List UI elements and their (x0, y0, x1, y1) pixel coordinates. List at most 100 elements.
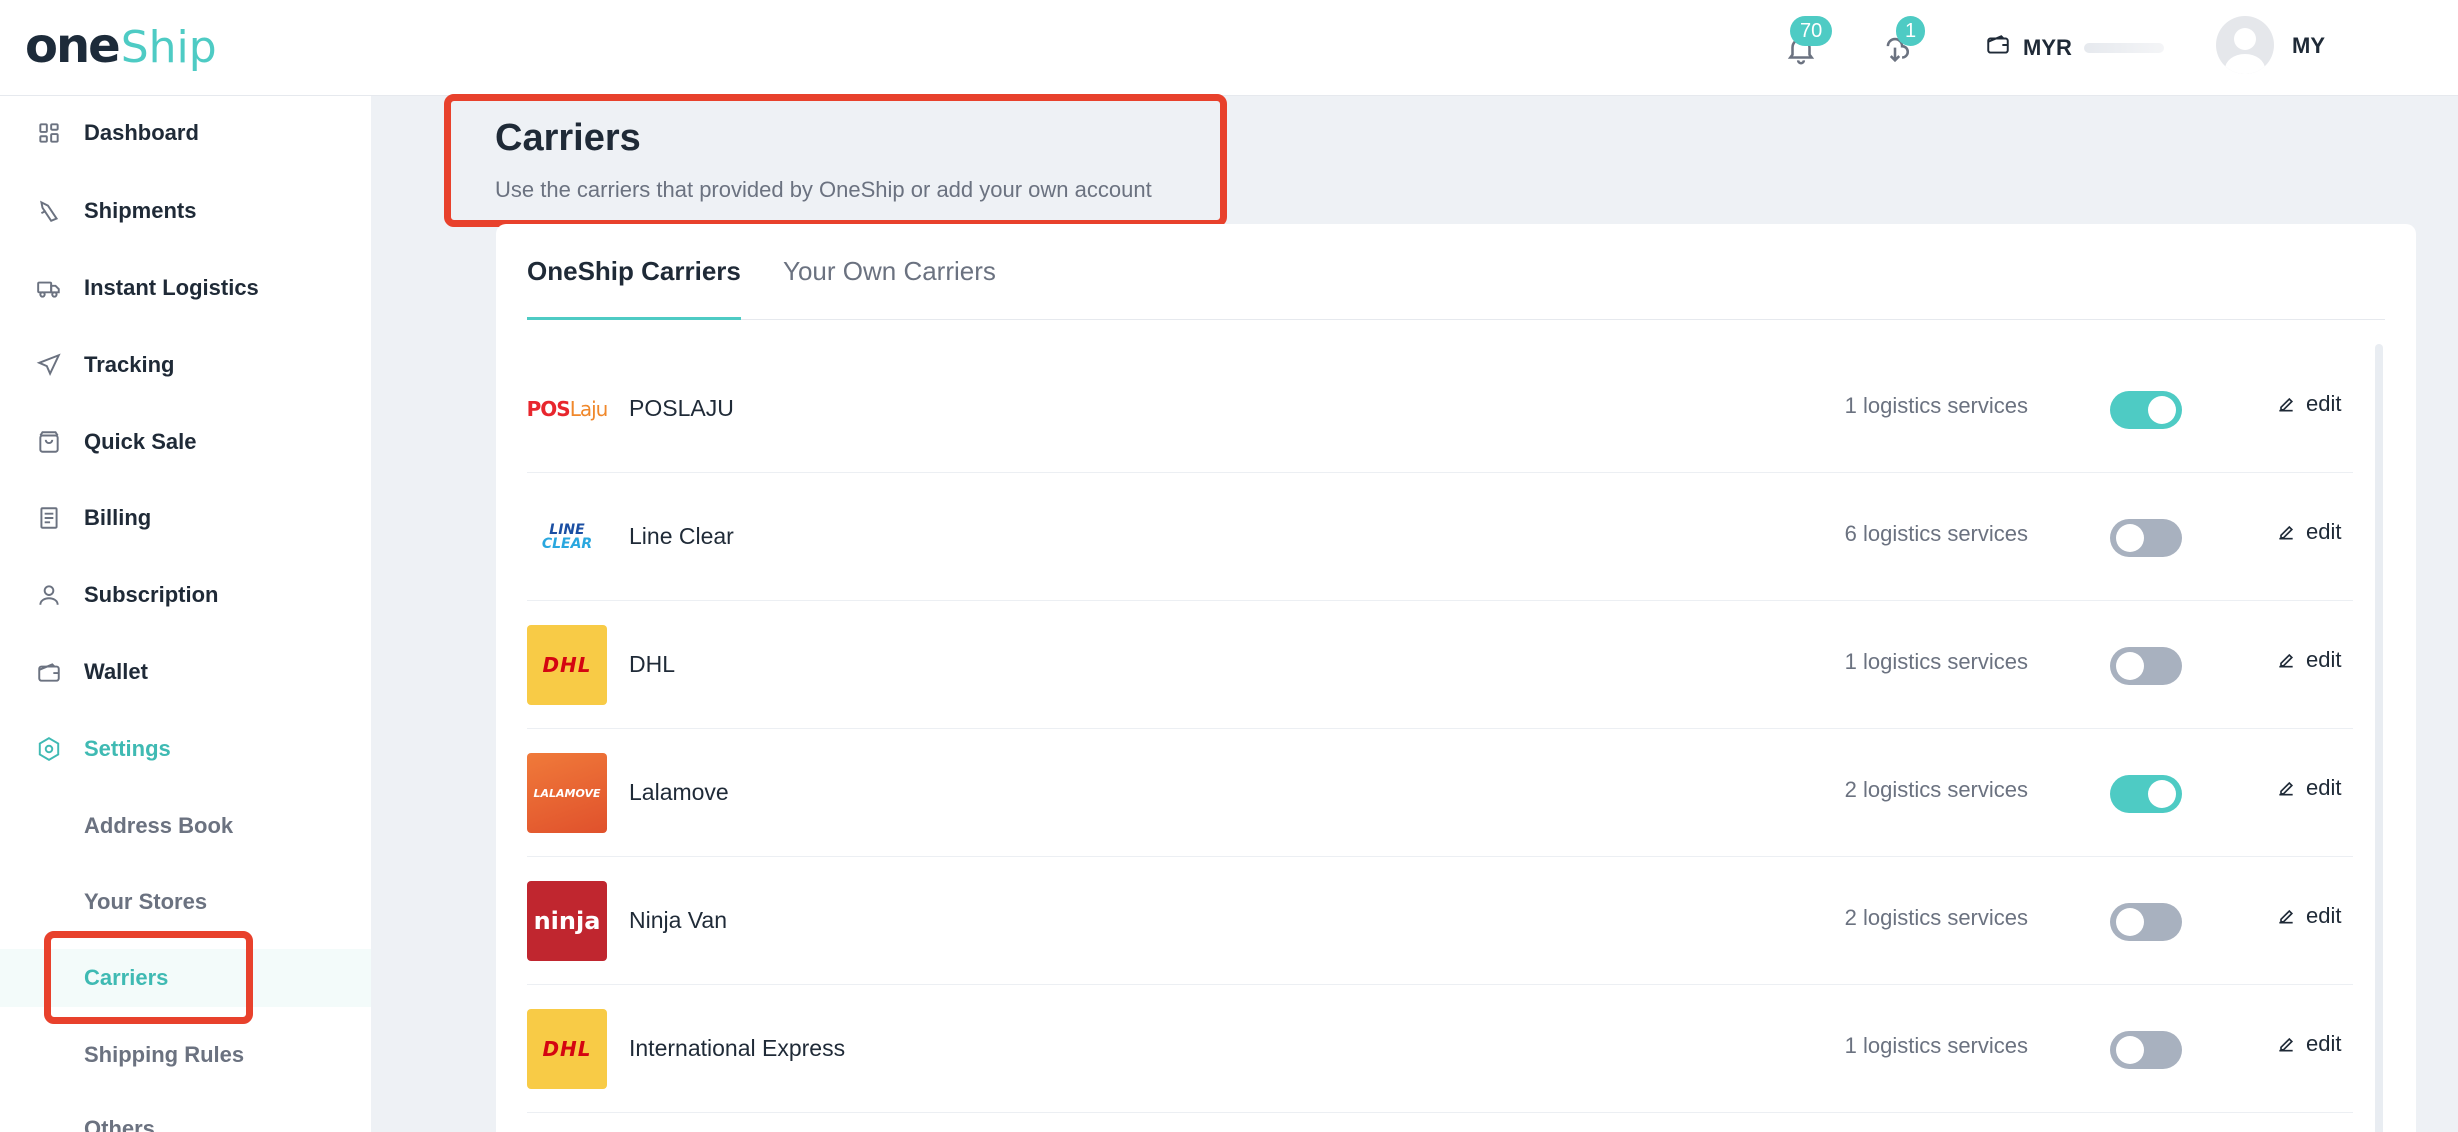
edit-button[interactable]: edit (2276, 519, 2341, 545)
wallet-balance[interactable]: MYR (1985, 30, 2164, 66)
tab-your-own-carriers[interactable]: Your Own Carriers (783, 256, 996, 320)
sidebar-subitem-label: Others (84, 1116, 155, 1132)
carrier-row-international-express: DHL International Express 1 logistics se… (527, 985, 2353, 1113)
carrier-services-count: 1 logistics services (1844, 649, 2028, 674)
receipt-icon (36, 505, 62, 531)
page-subtitle: Use the carriers that provided by OneShi… (495, 177, 1152, 202)
carrier-name: International Express (629, 1035, 846, 1061)
carrier-enable-toggle[interactable] (2110, 647, 2182, 685)
edit-label: edit (2306, 903, 2342, 928)
carrier-tabs: OneShip Carriers Your Own Carriers (527, 224, 2385, 320)
carrier-services-count: 2 logistics services (1844, 905, 2028, 930)
sidebar-item-billing[interactable]: Billing (0, 489, 371, 547)
logo-one-text: one (25, 18, 121, 74)
balance-blurred (2083, 43, 2164, 53)
carrier-name: Ninja Van (629, 907, 728, 933)
downloads-badge: 1 (1896, 16, 1926, 46)
pencil-icon (2279, 909, 2294, 924)
edit-button[interactable]: edit (2276, 1031, 2341, 1057)
sidebar-item-wallet[interactable]: Wallet (0, 643, 371, 701)
sidebar-item-shipments[interactable]: Shipments (0, 182, 371, 240)
sidebar-item-settings[interactable]: Settings (0, 720, 371, 778)
sidebar-subitem-label: Address Book (84, 813, 234, 838)
edit-label: edit (2306, 519, 2342, 544)
edit-label: edit (2306, 775, 2342, 800)
dashboard-icon (36, 120, 62, 146)
tab-oneship-carriers[interactable]: OneShip Carriers (527, 256, 741, 320)
sidebar-subitem-others[interactable]: Others (0, 1100, 371, 1132)
user-icon (36, 582, 62, 608)
edit-label: edit (2306, 391, 2342, 416)
carrier-name: POSLAJU (629, 395, 734, 421)
oneship-logo[interactable]: one Ship (25, 18, 217, 74)
carrier-name: Line Clear (629, 523, 734, 549)
carrier-row-ninja-van: ninja Ninja Van 2 logistics services edi… (527, 857, 2353, 985)
logo-ship-text: Ship (120, 22, 217, 73)
edit-button[interactable]: edit (2276, 391, 2341, 417)
ninja-van-logo: ninja (527, 881, 607, 961)
sidebar-subitem-carriers[interactable]: Carriers (0, 949, 371, 1007)
carrier-enable-toggle[interactable] (2110, 519, 2182, 557)
sidebar-item-label: Wallet (84, 659, 148, 684)
pencil-icon (2279, 1037, 2294, 1052)
highlight-box-page-header (444, 94, 1227, 227)
sidebar-subitem-label: Carriers (84, 965, 169, 990)
send-icon (36, 352, 62, 378)
edit-button[interactable]: edit (2276, 647, 2341, 673)
carrier-services-count: 6 logistics services (1844, 521, 2028, 546)
poslaju-logo: POSLaju (527, 369, 607, 449)
carrier-name: DHL (629, 651, 676, 677)
sidebar-subitem-label: Your Stores (84, 889, 208, 914)
carrier-row-poslaju: POSLaju POSLAJU 1 logistics services edi… (527, 345, 2353, 473)
wallet-icon (1985, 32, 2011, 64)
edit-button[interactable]: edit (2276, 903, 2341, 929)
shipment-icon (36, 198, 62, 224)
dhl-express-logo: DHL (527, 1009, 607, 1089)
carrier-row-line-clear: LINE CLEAR Line Clear 6 logistics servic… (527, 473, 2353, 601)
notifications-badge: 70 (1790, 16, 1833, 46)
sidebar-subitem-address-book[interactable]: Address Book (0, 797, 371, 855)
pencil-icon (2279, 525, 2294, 540)
carriers-card: OneShip Carriers Your Own Carriers POSLa… (496, 224, 2416, 1132)
sidebar-item-quick-sale[interactable]: Quick Sale (0, 413, 371, 471)
top-bar: one Ship 70 1 MYR MY (0, 0, 2458, 96)
carrier-services-count: 1 logistics services (1844, 1033, 2028, 1058)
carrier-enable-toggle[interactable] (2110, 775, 2182, 813)
pencil-icon (2279, 653, 2294, 668)
sidebar-item-dashboard[interactable]: Dashboard (0, 104, 371, 162)
sidebar-subitem-label: Shipping Rules (84, 1042, 245, 1067)
sidebar-item-label: Instant Logistics (84, 275, 259, 300)
truck-icon (36, 275, 62, 301)
sidebar-item-tracking[interactable]: Tracking (0, 336, 371, 394)
scrollbar[interactable] (2375, 344, 2383, 1132)
carrier-services-count: 1 logistics services (1844, 393, 2028, 418)
user-region-label[interactable]: MY (2292, 33, 2325, 59)
sidebar-item-label: Tracking (84, 352, 175, 377)
pencil-icon (2279, 397, 2294, 412)
sidebar-item-subscription[interactable]: Subscription (0, 566, 371, 624)
sidebar-item-label: Dashboard (84, 120, 199, 145)
sidebar-item-label: Billing (84, 505, 152, 530)
dhl-logo: DHL (527, 625, 607, 705)
currency-label: MYR (2023, 35, 2072, 60)
carrier-enable-toggle[interactable] (2110, 903, 2182, 941)
line-clear-logo: LINE CLEAR (527, 497, 607, 577)
edit-label: edit (2306, 1031, 2342, 1056)
carrier-name: Lalamove (629, 779, 729, 805)
edit-button[interactable]: edit (2276, 775, 2341, 801)
avatar[interactable] (2216, 16, 2274, 74)
carrier-row-lalamove: LALAMOVE Lalamove 2 logistics services e… (527, 729, 2353, 857)
sidebar-item-instant-logistics[interactable]: Instant Logistics (0, 259, 371, 317)
sidebar-item-label: Quick Sale (84, 429, 197, 454)
sidebar-item-label: Shipments (84, 198, 197, 223)
carrier-enable-toggle[interactable] (2110, 1031, 2182, 1069)
carrier-enable-toggle[interactable] (2110, 391, 2182, 429)
lalamove-logo: LALAMOVE (527, 753, 607, 833)
sidebar-item-label: Subscription (84, 582, 219, 607)
page-title: Carriers (495, 117, 641, 159)
sidebar-subitem-your-stores[interactable]: Your Stores (0, 873, 371, 931)
wallet-icon (36, 659, 62, 685)
carrier-row-dhl: DHL DHL 1 logistics services edit (527, 601, 2353, 729)
sidebar-subitem-shipping-rules[interactable]: Shipping Rules (0, 1026, 371, 1084)
pencil-icon (2279, 781, 2294, 796)
